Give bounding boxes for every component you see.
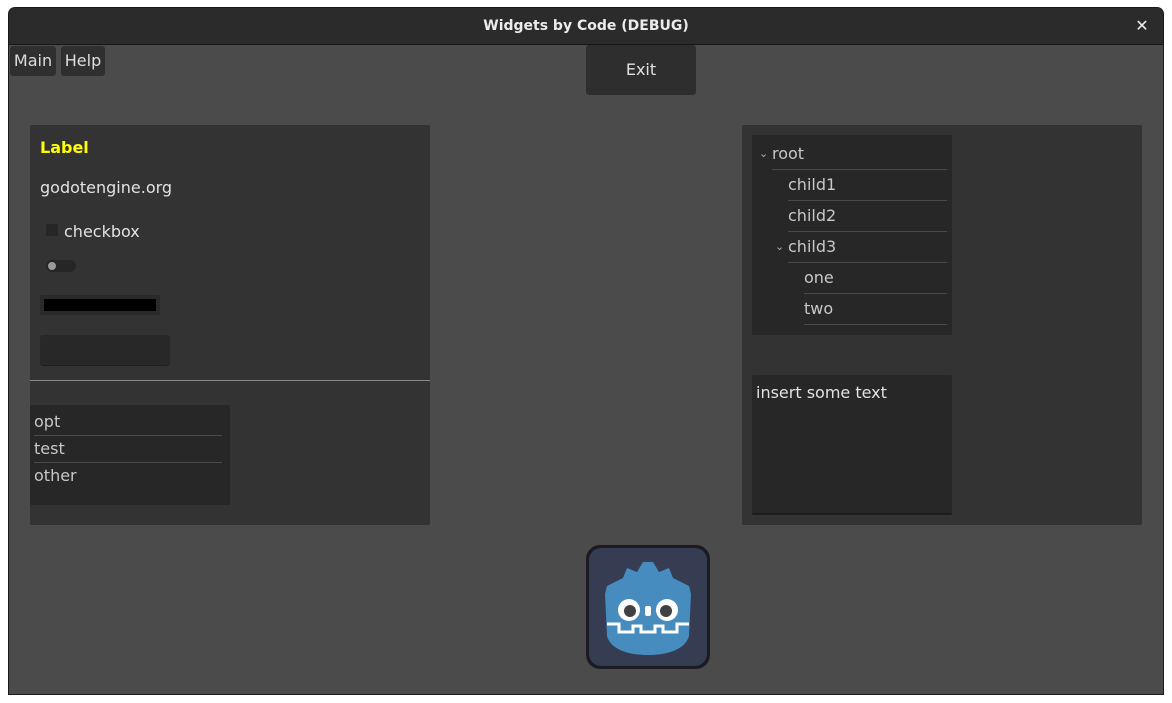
close-icon: ✕ [1135,16,1149,35]
list-item[interactable]: opt [34,408,222,436]
logo-background [589,548,707,666]
tree-item-child1[interactable]: child1 [788,170,947,201]
progress-bar [40,295,160,315]
close-button[interactable]: ✕ [1131,15,1153,37]
tree-item-root[interactable]: ⌄ root [759,139,947,170]
horizontal-separator [30,380,430,381]
list-item[interactable]: test [34,435,222,463]
tree-item-label: child1 [788,175,837,194]
link-button[interactable]: godotengine.org [40,178,172,197]
right-panel: ⌄ root child1 child2 ⌄ child3 one two in… [742,125,1142,525]
list-item[interactable]: other [34,462,222,489]
text-edit[interactable]: insert some text [752,375,952,515]
toggle-knob [48,262,56,270]
toggle-switch[interactable] [46,260,76,272]
text-edit-content: insert some text [756,383,887,402]
menu-help[interactable]: Help [61,46,105,76]
collapse-arrow-icon[interactable]: ⌄ [759,139,768,169]
tree-item-child2[interactable]: child2 [788,201,947,232]
progress-fill [44,299,156,311]
menu-main[interactable]: Main [10,46,56,76]
godot-logo [586,545,710,669]
tree-item-label: two [804,299,834,318]
left-panel: Label godotengine.org checkbox opt test … [30,125,430,525]
item-list[interactable]: opt test other [30,405,230,505]
collapse-arrow-icon[interactable]: ⌄ [775,232,784,262]
empty-button[interactable] [40,335,170,365]
godot-icon [605,562,691,655]
tree-item-label: child3 [788,237,837,256]
app-window: Widgets by Code (DEBUG) ✕ Main Help Exit… [9,8,1163,694]
tree-item-label: root [772,144,805,163]
window-title: Widgets by Code (DEBUG) [483,18,689,34]
exit-button[interactable]: Exit [586,45,696,95]
tree-item-one[interactable]: one [804,263,947,294]
tree-view[interactable]: ⌄ root child1 child2 ⌄ child3 one two [752,135,952,335]
checkbox-label[interactable]: checkbox [64,222,140,241]
title-bar[interactable]: Widgets by Code (DEBUG) ✕ [9,8,1163,45]
checkbox[interactable] [46,224,58,236]
tree-item-label: one [804,268,834,287]
tree-item-two[interactable]: two [804,294,947,325]
tree-item-label: child2 [788,206,837,225]
label-text: Label [40,138,89,157]
tree-item-child3[interactable]: ⌄ child3 [775,232,947,263]
